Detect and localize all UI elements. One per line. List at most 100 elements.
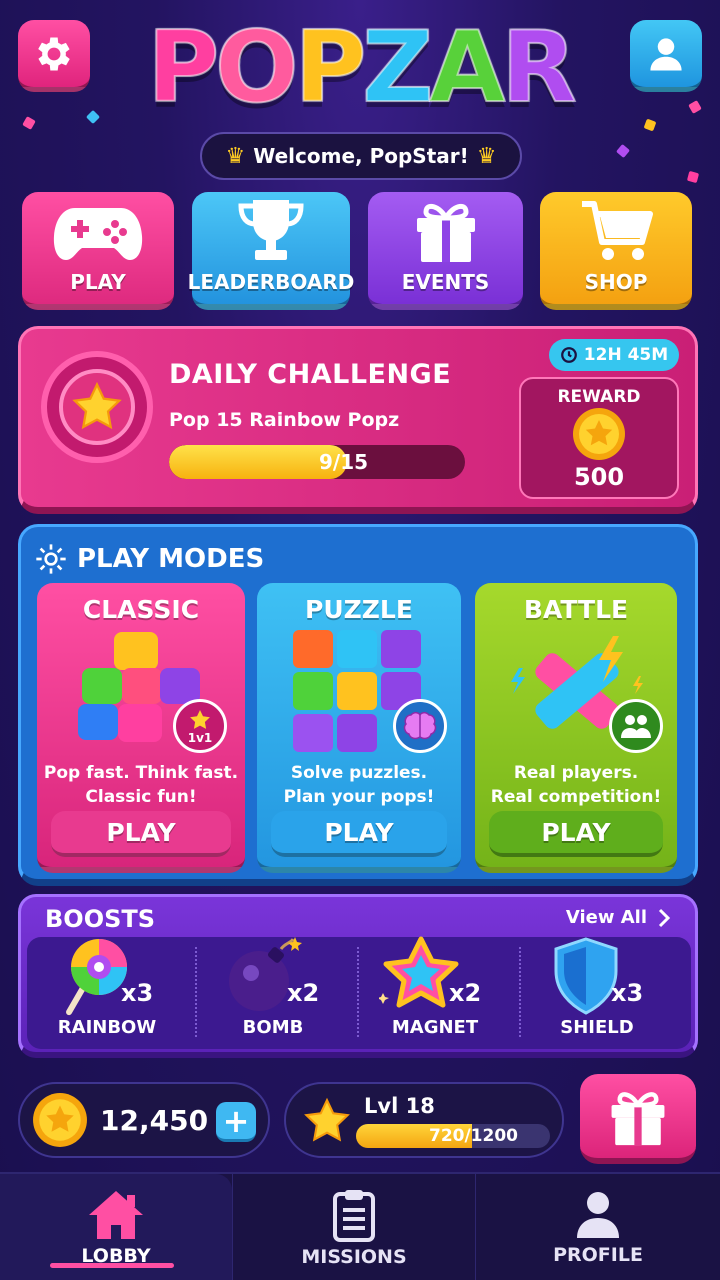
boost-name: MAGNET (391, 1017, 479, 1038)
lollipop-icon (66, 939, 127, 1016)
level-label: Lvl 18 (364, 1094, 435, 1118)
tab-label: MISSIONS (301, 1246, 407, 1268)
mode-title: PUZZLE (305, 595, 413, 624)
mode-card-puzzle[interactable]: PUZZLE Solve puzzles. Plan your pops! PL… (257, 583, 461, 873)
cart-icon (582, 201, 653, 260)
boost-count: x2 (449, 979, 482, 1007)
boost-bomb[interactable]: x2 BOMB (193, 937, 353, 1049)
logo-letter: P (146, 10, 220, 126)
boosts-title: BOOSTS (45, 905, 156, 933)
view-all-label: View All (565, 907, 647, 928)
boost-magnet[interactable]: x2 MAGNET (355, 936, 515, 1049)
play-modes-header: PLAY MODES (35, 537, 264, 581)
boost-count: x2 (287, 979, 320, 1007)
tab-lobby[interactable]: LOBBY (0, 1174, 232, 1280)
logo: P O P Z A R (120, 10, 600, 126)
star-icon (190, 710, 210, 729)
boost-name: SHIELD (560, 1017, 634, 1038)
tab-label: PROFILE (553, 1244, 643, 1266)
reward-label: REWARD (557, 387, 641, 407)
trophy-icon (238, 200, 304, 260)
tab-missions[interactable]: MISSIONS (232, 1174, 476, 1280)
daily-challenge-card[interactable]: DAILY CHALLENGE Pop 15 Rainbow Popz 9/15… (18, 326, 698, 514)
play-modes-title: PLAY MODES (77, 544, 265, 574)
confetti (22, 116, 36, 130)
mode-desc-line: Plan your pops! (283, 787, 435, 807)
mode-desc-line: Real players. (513, 763, 639, 783)
gift-icon (611, 1092, 665, 1146)
coin-icon (33, 1093, 87, 1147)
gamepad-icon (53, 208, 143, 260)
view-all-link[interactable]: View All (566, 907, 671, 928)
boost-name: RAINBOW (57, 1017, 157, 1038)
logo-letter: R (500, 10, 578, 126)
tab-profile[interactable]: PROFILE (476, 1174, 720, 1280)
person-icon (577, 1192, 619, 1238)
nav-label: SHOP (584, 270, 648, 294)
battle-play-button[interactable]: PLAY (489, 811, 663, 857)
timer-text: 12H 45M (583, 345, 669, 365)
gift-button[interactable] (580, 1074, 696, 1164)
coins-amount: 12,450 (100, 1103, 209, 1137)
reward-box: REWARD 500 (519, 377, 679, 499)
mode-desc-line: Classic fun! (85, 787, 197, 807)
star-icon (72, 381, 122, 430)
level-panel: Lvl 18 720/1200 (284, 1082, 564, 1158)
mode-description: Pop fast. Think fast. Classic fun! (37, 761, 245, 809)
puzzle-play-button[interactable]: PLAY (271, 811, 447, 857)
mode-desc-line: Real competition! (490, 787, 662, 807)
brain-icon (403, 711, 437, 740)
nav-label: PLAY (70, 270, 126, 294)
boost-shield[interactable]: x3 SHIELD (517, 937, 677, 1049)
gift-icon (416, 203, 475, 262)
timer-badge: 12H 45M (549, 339, 679, 371)
boost-count: x3 (121, 979, 154, 1007)
gear-icon (38, 37, 70, 70)
confetti (85, 109, 101, 125)
bottom-tab-bar: LOBBY MISSIONS PROFILE (0, 1172, 720, 1280)
crown-icon: ♛ (476, 143, 497, 169)
mode-title: BATTLE (523, 595, 629, 624)
boosts-list: x3 RAINBOW x2 BOMB x2 MAGNET x3 SHIELD (27, 936, 691, 1049)
boost-name: BOMB (242, 1017, 304, 1038)
mode-card-battle[interactable]: BATTLE Real players. Real competition! P… (475, 583, 677, 873)
boost-count: x3 (611, 979, 644, 1007)
players-badge (609, 699, 663, 753)
nav-label: EVENTS (401, 270, 490, 294)
clock-icon (560, 347, 577, 363)
mode-description: Solve puzzles. Plan your pops! (257, 761, 461, 809)
daily-progress-text: 9/15 (319, 450, 369, 474)
home-icon (89, 1191, 143, 1239)
logo-letter: O (214, 10, 299, 126)
mode-description: Real players. Real competition! (475, 761, 677, 809)
boosts-panel: BOOSTS View All x3 RAINBOW x2 BOMB x2 MA… (18, 894, 698, 1058)
play-modes-panel: PLAY MODES CLASSIC 1v1 Pop fast. Think f… (18, 524, 698, 886)
nav-shop-button[interactable]: SHOP (540, 192, 692, 310)
confetti (643, 118, 657, 132)
confetti (615, 143, 631, 159)
logo-letter: P (293, 10, 367, 126)
profile-button[interactable] (630, 20, 702, 92)
mode-card-classic[interactable]: CLASSIC 1v1 Pop fast. Think fast. Classi… (37, 583, 245, 873)
nav-play-button[interactable]: PLAY (22, 192, 174, 310)
settings-button[interactable] (18, 20, 90, 92)
mode-title: CLASSIC (82, 595, 200, 624)
sun-icon (36, 544, 66, 574)
star-icon (304, 1097, 350, 1142)
add-coins-button[interactable]: + (216, 1102, 256, 1142)
clipboard-icon (333, 1190, 375, 1242)
nav-leaderboard-button[interactable]: LEADERBOARD (188, 192, 354, 310)
coins-wallet: 12,450 + (18, 1082, 270, 1158)
nav-events-button[interactable]: EVENTS (368, 192, 523, 310)
daily-title: DAILY CHALLENGE (169, 359, 452, 390)
welcome-banner: ♛ Welcome, PopStar! ♛ (200, 132, 522, 180)
daily-description: Pop 15 Rainbow Popz (169, 409, 400, 431)
nav-label: LEADERBOARD (187, 270, 355, 294)
welcome-text: Welcome, PopStar! (253, 144, 469, 168)
logo-letter: Z (361, 10, 434, 126)
confetti (686, 170, 700, 184)
boost-rainbow[interactable]: x3 RAINBOW (27, 937, 187, 1049)
classic-play-button[interactable]: PLAY (51, 811, 231, 857)
confetti (688, 100, 702, 114)
reward-amount: 500 (573, 463, 625, 491)
